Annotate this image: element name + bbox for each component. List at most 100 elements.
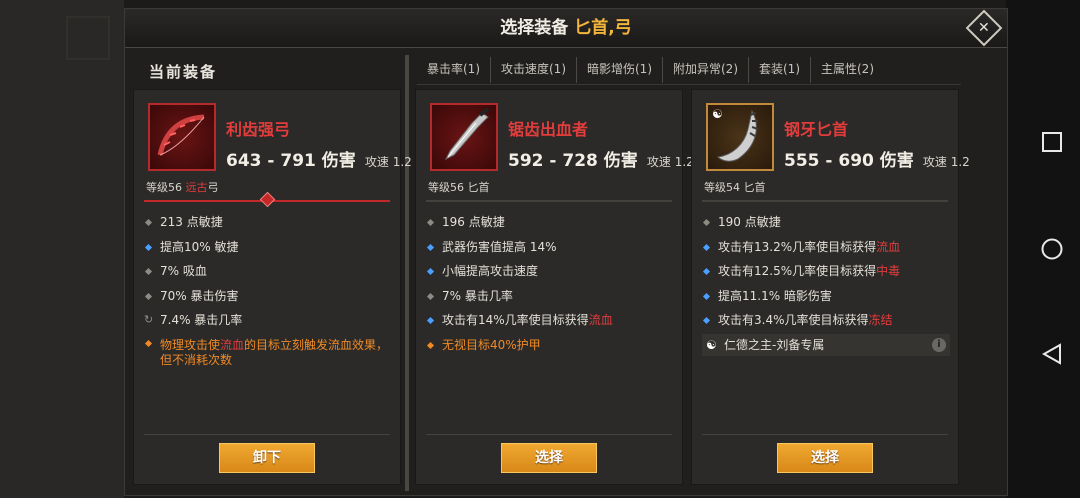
bottom-separator [426, 434, 672, 435]
bow-icon[interactable] [148, 103, 216, 171]
stat-row: 7% 暴击几率 [426, 284, 674, 309]
yin-yang-icon: ☯ [712, 107, 723, 121]
set-label: 仁德之主-刘备专属 [724, 337, 825, 352]
close-icon: ✕ [978, 19, 990, 36]
stat-text: 小幅提高攻击速度 [442, 264, 539, 278]
stat-list: 213 点敏捷 提高10% 敏捷 7% 吸血 70% 暴击伤害 ↻ 7.4% 暴击… [144, 210, 392, 368]
item-rarity: 远古 [185, 181, 208, 194]
equipment-select-dialog: 选择装备 匕首,弓 ✕ 当前装备 暴击率(1) 攻击速度(1) 暗影增伤(1) … [124, 8, 1008, 496]
stat-row: 70% 暴击伤害 [144, 284, 392, 309]
curved-dagger-icon[interactable]: ☯ [706, 103, 774, 171]
stat-text: 提高10% 敏捷 [160, 239, 239, 254]
select-button[interactable]: 选择 [501, 443, 597, 473]
bottom-separator [144, 434, 390, 435]
separator [702, 200, 948, 202]
current-equipment-label: 当前装备 [149, 63, 218, 81]
tab-crit-rate[interactable]: 暴击率(1) [417, 57, 491, 83]
square-nav-icon[interactable] [1038, 128, 1066, 156]
bottom-separator [702, 434, 948, 435]
item-name: 钢牙匕首 [784, 120, 849, 139]
item-stats-line: 592 - 728 伤害 攻速 1.2 [508, 146, 694, 171]
dagger-icon[interactable] [430, 103, 498, 171]
item-stats-line: 643 - 791 伤害 攻速 1.2 [226, 146, 412, 171]
tab-extra-status[interactable]: 附加异常(2) [663, 57, 749, 83]
stat-row: 攻击有14%几率使目标获得流血 [426, 308, 674, 333]
stat-text: 190 点敏捷 [718, 215, 781, 229]
item-level-text: 等级56 [146, 181, 186, 194]
stat-row: 196 点敏捷 [426, 210, 674, 235]
stat-row: ↻ 7.4% 暴击几率 [144, 308, 392, 333]
filter-tabs: 暴击率(1) 攻击速度(1) 暗影增伤(1) 附加异常(2) 套装(1) 主属性… [417, 57, 884, 83]
item-damage: 643 - 791 伤害 [226, 151, 356, 171]
reroll-icon: ↻ [144, 313, 154, 326]
item-attack-speed: 攻速 1.2 [922, 155, 970, 169]
stat-text: 7% 暴击几率 [442, 288, 513, 303]
tab-shadow-damage[interactable]: 暗影增伤(1) [577, 57, 663, 83]
separator [426, 200, 672, 202]
item-level: 等级54 匕首 [704, 181, 766, 194]
stat-text: 7% 吸血 [160, 264, 207, 278]
stat-text: 攻击有13.2%几率使目标获得 [718, 239, 877, 254]
stat-text-pre: 物理攻击使 [160, 337, 221, 352]
item-attack-speed: 攻速 1.2 [364, 155, 412, 169]
stat-text: 武器伤害值提高 14% [442, 239, 557, 254]
item-stats-line: 555 - 690 伤害 攻速 1.2 [784, 146, 970, 171]
stat-text: 攻击有3.4%几率使目标获得 [718, 313, 869, 327]
back-triangle-icon[interactable] [1038, 340, 1066, 368]
item-card-option-2: ☯ 钢牙匕首 555 - 690 伤害 攻速 1.2 等级54 匕首 190 点… [691, 89, 970, 485]
tab-main-attribute[interactable]: 主属性(2) [811, 57, 884, 83]
panel-divider [405, 55, 409, 491]
stat-highlight: 中毒 [876, 264, 901, 278]
stat-row: 武器伤害值提高 14% [426, 235, 674, 260]
item-type: 弓 [207, 181, 219, 194]
background-left [0, 0, 124, 498]
item-name: 锯齿出血者 [508, 120, 589, 139]
item-damage: 555 - 690 伤害 [784, 151, 914, 171]
set-bonus-row[interactable]: ☯ 仁德之主-刘备专属 i [702, 333, 950, 356]
stat-highlight: 冻结 [868, 313, 893, 327]
item-attack-speed: 攻速 1.2 [646, 155, 694, 169]
stat-list: 190 点敏捷 攻击有13.2%几率使目标获得流血 攻击有12.5%几率使目标获… [702, 210, 950, 356]
stat-highlight: 流血 [220, 337, 245, 352]
item-level: 等级56 远古弓 [146, 179, 219, 195]
stat-row: 攻击有12.5%几率使目标获得中毒 [702, 259, 950, 284]
info-icon[interactable]: i [932, 337, 946, 352]
legendary-stat-row: 物理攻击使流血的目标立刻触发流血效果，但不消耗次数 [144, 333, 392, 368]
stat-highlight: 流血 [588, 313, 613, 327]
select-button[interactable]: 选择 [777, 443, 873, 473]
tab-set[interactable]: 套装(1) [749, 57, 811, 83]
item-card-option-1: 锯齿出血者 592 - 728 伤害 攻速 1.2 等级56 匕首 196 点敏… [415, 89, 694, 485]
stat-text: 攻击有12.5%几率使目标获得 [718, 264, 877, 278]
tab-attack-speed[interactable]: 攻击速度(1) [491, 57, 577, 83]
legendary-stat-row: 无视目标40%护甲 [426, 333, 674, 358]
stat-text: 70% 暴击伤害 [160, 288, 239, 303]
stat-highlight: 流血 [876, 239, 901, 254]
stat-row: 提高11.1% 暗影伤害 [702, 284, 950, 309]
tabs-underline [417, 84, 961, 85]
stat-text: 7.4% 暴击几率 [160, 313, 243, 327]
stat-text: 无视目标40%护甲 [442, 337, 541, 352]
stat-row: 7% 吸血 [144, 259, 392, 284]
dialog-title-category: 匕首,弓 [574, 18, 632, 38]
yin-yang-icon: ☯ [706, 337, 717, 352]
item-damage: 592 - 728 伤害 [508, 151, 638, 171]
separator-diamond [259, 191, 276, 208]
item-card-current: 利齿强弓 643 - 791 伤害 攻速 1.2 等级56 远古弓 213 点敏… [133, 89, 412, 485]
unequip-button[interactable]: 卸下 [219, 443, 315, 473]
stat-text: 213 点敏捷 [160, 215, 223, 229]
stat-text: 196 点敏捷 [442, 215, 505, 229]
dialog-title: 选择装备 匕首,弓 [125, 9, 1007, 48]
stat-list: 196 点敏捷 武器伤害值提高 14% 小幅提高攻击速度 7% 暴击几率 攻击有… [426, 210, 674, 357]
stat-row: 190 点敏捷 [702, 210, 950, 235]
item-name: 利齿强弓 [226, 120, 291, 139]
dialog-title-text: 选择装备 [500, 18, 575, 38]
item-level: 等级56 匕首 [428, 181, 490, 194]
background-decoration [66, 16, 110, 60]
stat-text: 攻击有14%几率使目标获得 [442, 313, 589, 327]
stat-row: 攻击有3.4%几率使目标获得冻结 [702, 308, 950, 333]
circle-nav-icon[interactable] [1038, 235, 1066, 263]
stat-text: 提高11.1% 暗影伤害 [718, 288, 832, 303]
stat-row: 攻击有13.2%几率使目标获得流血 [702, 235, 950, 260]
stat-row: 213 点敏捷 [144, 210, 392, 235]
stat-row: 小幅提高攻击速度 [426, 259, 674, 284]
